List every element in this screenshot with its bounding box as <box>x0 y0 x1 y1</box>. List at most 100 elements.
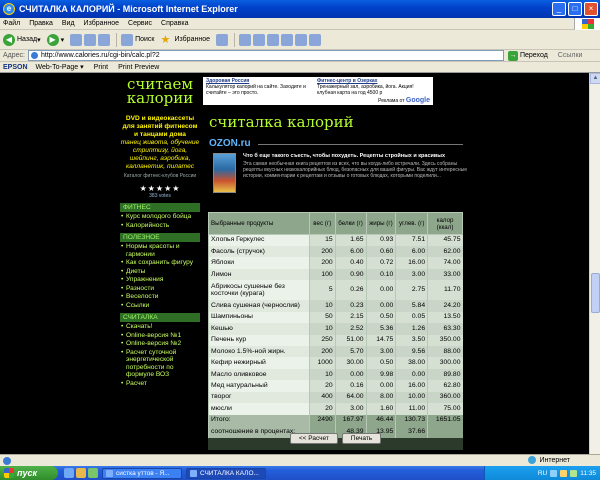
sidebar-link[interactable]: Скачать! <box>120 323 200 331</box>
scroll-up-arrow-icon[interactable]: ▲ <box>590 73 600 84</box>
menu-help[interactable]: Справка <box>161 20 188 27</box>
ie-quick-icon[interactable] <box>64 468 74 478</box>
sidebar-link[interactable]: Курс молодого бойца <box>120 213 200 221</box>
cell-protein: 6.00 <box>334 245 367 258</box>
discuss-icon[interactable] <box>280 33 293 46</box>
web-to-page-dropdown[interactable]: Web-To-Page ▾ <box>36 63 84 71</box>
maximize-button[interactable]: □ <box>568 2 582 16</box>
sidebar-link[interactable]: Расчет суточной энергетической потребнос… <box>120 349 200 379</box>
cell-fat: 3.00 <box>365 346 396 358</box>
cell-weight: 200 <box>308 346 336 358</box>
catalog-link[interactable]: Каталог фитнес-клубов России <box>120 173 200 179</box>
ozon-logo[interactable]: OZON.ru <box>209 138 251 149</box>
table-row: мюсли 20 3.00 1.60 11.00 75.00 <box>208 403 463 415</box>
ad-text: Калькулятор калорий на сайте. Заходите и… <box>206 84 306 96</box>
sidebar-link[interactable]: Расчет <box>120 380 200 388</box>
cell-product: Шампиньоны <box>208 311 310 324</box>
forward-button[interactable]: ▶ ▾ <box>46 33 64 46</box>
clock[interactable]: 11:35 <box>580 470 596 477</box>
cell-protein: 0.23 <box>334 300 367 312</box>
taskbar-item[interactable]: систка уттов - Я... <box>102 467 182 479</box>
folder-icon[interactable] <box>294 33 307 46</box>
menu-view[interactable]: Вид <box>62 20 75 27</box>
sidebar-link[interactable]: Упражнения <box>120 276 200 284</box>
favorites-button[interactable]: ★ Избранное <box>161 34 210 46</box>
cell-carbs: 10.00 <box>395 391 428 404</box>
page-title: считалка калорий <box>209 113 354 131</box>
menu-tools[interactable]: Сервис <box>128 20 152 27</box>
folder-quick-icon[interactable] <box>76 468 86 478</box>
ad-block[interactable]: Фитнес-центр в Озерках Тренажерный зал, … <box>317 78 429 96</box>
cell-protein: 1.65 <box>334 234 367 246</box>
sidebar-link[interactable]: Разности <box>120 285 200 293</box>
menu-favorites[interactable]: Избранное <box>84 20 119 27</box>
dvd-promo-list[interactable]: танец живота, обучение стриптизу, йога, … <box>120 139 200 171</box>
left-sidebar: считаем калории DVD и видеокассеты для з… <box>120 73 200 466</box>
epson-print-button[interactable]: Print <box>94 64 108 71</box>
stop-icon[interactable] <box>70 33 83 46</box>
back-button[interactable]: ◀ Назад ▾ <box>3 33 41 46</box>
print-button[interactable]: Печать <box>341 433 382 444</box>
ads-by-google[interactable]: Реклама от Google <box>378 97 430 104</box>
cell-product: Масло оливковое <box>208 368 310 381</box>
title-bar: e СЧИТАЛКА КАЛОРИЙ - Microsoft Internet … <box>0 0 600 18</box>
table-row: Абрикосы сушеные без косточки (курага) 5… <box>208 280 463 301</box>
volume-icon[interactable] <box>560 469 568 477</box>
address-input[interactable]: http://www.calories.ru/cgi-bin/calc.pl?2 <box>27 50 504 61</box>
sidebar-link[interactable]: Диеты <box>120 268 200 276</box>
sidebar-link[interactable]: Online-версия №2 <box>120 340 200 348</box>
vertical-scrollbar[interactable]: ▲ ▼ <box>589 73 600 466</box>
go-button[interactable]: → Переход <box>507 50 548 61</box>
sidebar-link[interactable]: Веселости <box>120 293 200 301</box>
total-carbs: 130.73 <box>395 414 428 427</box>
desktop-quick-icon[interactable] <box>88 468 98 478</box>
book-title-link[interactable]: Что б еще такого съесть, чтобы похудеть.… <box>243 153 468 160</box>
network-icon[interactable] <box>550 469 558 477</box>
cell-carbs: 2.75 <box>395 280 428 301</box>
cell-product: Лимон <box>208 268 310 281</box>
epson-preview-button[interactable]: Print Preview <box>118 64 159 71</box>
scrollbar-thumb[interactable] <box>591 273 600 313</box>
section-calculator-header: СЧИТАЛКА <box>120 313 200 322</box>
book-cover-image[interactable] <box>213 153 236 193</box>
sidebar-link[interactable]: Калорийность <box>120 222 200 230</box>
refresh-icon[interactable] <box>84 33 97 46</box>
sidebar-link[interactable]: Online-версия №1 <box>120 332 200 340</box>
close-button[interactable]: × <box>584 2 598 16</box>
quick-launch <box>64 468 98 478</box>
site-logo[interactable]: считаем калории <box>120 77 200 106</box>
search-label: Поиск <box>135 36 155 43</box>
divider <box>258 144 463 145</box>
table-row: Печень кур 250 51.00 14.75 3.50 350.00 <box>208 334 463 346</box>
taskbar-item-active[interactable]: СЧИТАЛКА КАЛО... <box>186 467 266 479</box>
sidebar-link[interactable]: Как сохранить фигуру <box>120 259 200 267</box>
mail-icon[interactable] <box>238 33 251 46</box>
print-icon[interactable] <box>252 33 265 46</box>
antivirus-icon[interactable] <box>570 469 578 477</box>
cell-protein: 51.00 <box>334 334 367 346</box>
home-icon[interactable] <box>98 33 111 46</box>
messenger-icon[interactable] <box>308 33 321 46</box>
menu-edit[interactable]: Правка <box>29 20 53 27</box>
search-button[interactable]: Поиск <box>121 33 155 46</box>
dvd-promo-title[interactable]: DVD и видеокассеты для занятий фитнесом … <box>120 115 200 139</box>
sidebar-link[interactable]: Нормы красоты и гармонии <box>120 243 200 258</box>
edit-icon[interactable] <box>266 33 279 46</box>
language-indicator[interactable]: RU <box>538 470 547 477</box>
start-button[interactable]: пуск <box>0 466 58 480</box>
total-label: Итого: <box>208 414 310 427</box>
history-icon[interactable] <box>215 33 228 46</box>
ad-block[interactable]: Здоровая Россия Калькулятор калорий на с… <box>206 78 314 96</box>
cell-carbs: 0.05 <box>395 311 428 324</box>
back-to-calc-button[interactable]: << Расчет <box>289 433 338 444</box>
cell-protein: 0.16 <box>334 380 367 392</box>
cell-kcal: 33.00 <box>427 268 463 281</box>
cell-product: Кефир нежирный <box>208 357 310 369</box>
minimize-button[interactable]: _ <box>552 2 566 16</box>
rating-stars[interactable]: ★★★★★ <box>120 184 200 193</box>
sidebar-link[interactable]: Ссылки <box>120 302 200 310</box>
links-toolbar[interactable]: Ссылки <box>558 52 583 59</box>
table-row: Лимон 100 0.90 0.10 3.00 33.00 <box>208 268 463 281</box>
cell-fat: 9.98 <box>365 368 396 381</box>
menu-file[interactable]: Файл <box>3 20 20 27</box>
